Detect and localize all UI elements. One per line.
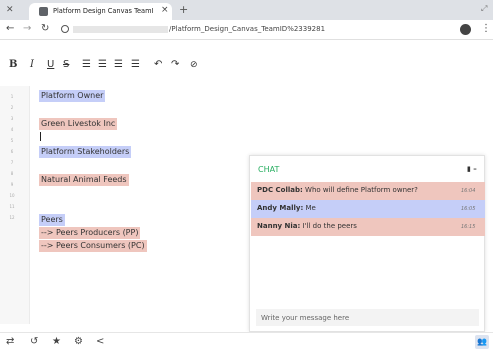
editor-toolbar: B I U S ☰ ☰ ☰ ☰ ↶ ↷ ⊘ — [0, 59, 493, 83]
timeslider-icon[interactable]: ↺ — [30, 336, 38, 347]
account-icon[interactable] — [460, 24, 471, 35]
chat-time: 16:15 — [461, 224, 476, 230]
line-number: 1 — [10, 94, 14, 99]
url-field[interactable]: /Platform_Design_Canvas_TeamID%2339281 — [73, 25, 325, 33]
editor-line[interactable]: Green Livestok Inc — [39, 118, 118, 130]
chat-author: PDC Collab: — [257, 186, 303, 194]
chat-body: I'll do the peers — [302, 222, 357, 230]
share-icon[interactable]: < — [96, 336, 104, 347]
bullet-list-icon[interactable]: ☰ — [98, 59, 107, 71]
url-path: /Platform_Design_Canvas_TeamID%2339281 — [169, 25, 326, 33]
editor-line[interactable]: --> Peers Consumers (PC) — [39, 240, 147, 252]
chat-message-text: Andy Mally: Me — [257, 204, 316, 212]
chat-message-input[interactable] — [256, 309, 479, 326]
line-number: 10 — [9, 193, 15, 198]
chat-message: Andy Mally: Me 16:05 — [251, 200, 485, 218]
hide-authors-icon[interactable]: ⊘ — [190, 59, 198, 71]
redo-icon[interactable]: ↷ — [171, 59, 179, 71]
reload-icon[interactable]: ↻ — [41, 23, 49, 34]
text-cursor — [40, 132, 41, 141]
new-tab-icon[interactable]: + — [179, 3, 188, 16]
indent-icon[interactable]: ☰ — [114, 59, 123, 71]
chat-message: PDC Collab: Who will define Platform own… — [251, 182, 485, 200]
undo-icon[interactable]: ↶ — [154, 59, 162, 71]
italic-icon[interactable]: I — [30, 59, 34, 71]
settings-gear-icon[interactable]: ⚙ — [74, 336, 83, 347]
chat-body: Who will define Platform owner? — [305, 186, 418, 194]
tab-title: Platform Design Canvas TeamI — [53, 7, 153, 15]
chat-minimize-icon[interactable]: ▮ – — [467, 165, 477, 173]
line-number: 5 — [10, 138, 14, 143]
line-number: 11 — [9, 204, 15, 209]
users-icon[interactable]: 👥 — [475, 335, 489, 349]
bottom-toolbar: ⇄ ↺ ★ ⚙ < 👥 — [0, 332, 493, 352]
chat-message-text: PDC Collab: Who will define Platform own… — [257, 186, 418, 194]
chat-author: Andy Mally: — [257, 204, 304, 212]
chat-message-text: Nanny Nia: I'll do the peers — [257, 222, 357, 230]
tab-close-icon[interactable]: × — [161, 5, 169, 15]
line-number-gutter: 1 2 3 4 5 6 7 8 9 10 11 12 — [0, 86, 30, 324]
editor-line[interactable]: Platform Owner — [39, 90, 106, 102]
browser-menu-icon[interactable]: ⋮ — [481, 23, 491, 34]
line-number: 12 — [9, 215, 15, 220]
outdent-icon[interactable]: ☰ — [131, 59, 140, 71]
line-number: 2 — [10, 105, 14, 110]
strikethrough-icon[interactable]: S — [63, 59, 69, 71]
import-export-icon[interactable]: ⇄ — [6, 336, 14, 347]
editor-line[interactable]: Peers — [39, 214, 65, 226]
window-resize-icon[interactable]: ⤢ — [481, 4, 487, 14]
line-number: 7 — [10, 160, 14, 165]
editor-line[interactable]: Platform Stakeholders — [39, 146, 132, 158]
chat-title: CHAT — [258, 165, 280, 174]
site-info-icon[interactable] — [61, 25, 69, 33]
line-number: 6 — [10, 149, 14, 154]
browser-tab-bar: ✕ Platform Design Canvas TeamI × + ⤢ — [0, 0, 493, 20]
chat-author: Nanny Nia: — [257, 222, 301, 230]
line-number: 3 — [10, 116, 14, 121]
favicon-icon — [39, 7, 48, 16]
line-number: 8 — [10, 171, 14, 176]
underline-icon[interactable]: U — [47, 59, 54, 71]
ordered-list-icon[interactable]: ☰ — [82, 59, 91, 71]
line-number: 4 — [10, 127, 14, 132]
chat-time: 16:05 — [461, 206, 476, 212]
back-arrow-icon[interactable]: ← — [6, 23, 14, 34]
line-number: 9 — [10, 182, 14, 187]
chat-body: Me — [305, 204, 316, 212]
window-close-icon[interactable]: ✕ — [6, 5, 14, 15]
address-bar: ← → ↻ /Platform_Design_Canvas_TeamID%233… — [0, 20, 493, 40]
browser-tab[interactable]: Platform Design Canvas TeamI × — [29, 3, 172, 20]
chat-message: Nanny Nia: I'll do the peers 16:15 — [251, 218, 485, 236]
star-icon[interactable]: ★ — [52, 336, 61, 347]
bold-icon[interactable]: B — [9, 59, 17, 71]
chat-time: 16:04 — [461, 188, 476, 194]
chat-panel: CHAT ▮ – PDC Collab: Who will define Pla… — [249, 155, 485, 332]
forward-arrow-icon[interactable]: → — [23, 23, 31, 34]
editor-line[interactable]: Natural Animal Feeds — [39, 174, 129, 186]
redacted-host — [73, 25, 168, 33]
editor-line[interactable]: --> Peers Producers (PP) — [39, 227, 141, 239]
